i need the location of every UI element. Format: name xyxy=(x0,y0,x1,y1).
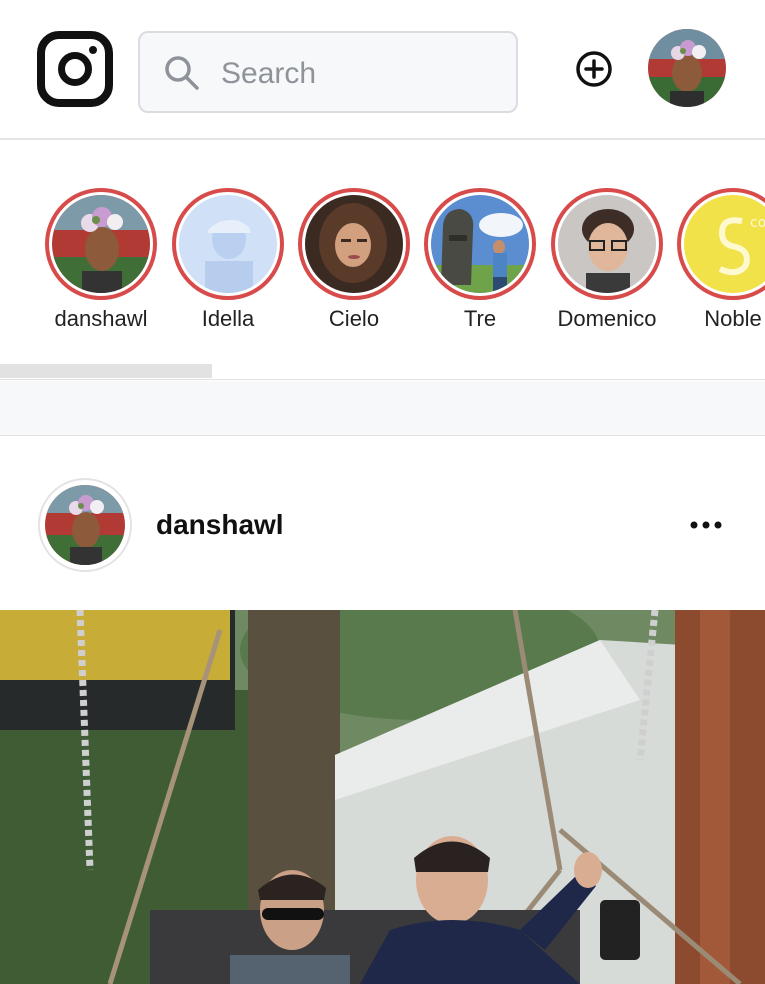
search-placeholder: Search xyxy=(221,57,317,90)
story-ring xyxy=(172,188,284,300)
search-icon xyxy=(165,56,199,90)
post-image[interactable] xyxy=(0,610,765,984)
avatar-photo xyxy=(45,485,125,565)
svg-text:co: co xyxy=(750,215,765,231)
story-item[interactable]: Domenico xyxy=(551,188,663,332)
feed-spacer xyxy=(0,381,765,436)
story-ring xyxy=(45,188,157,300)
top-header: Search xyxy=(0,0,765,140)
post-avatar[interactable] xyxy=(38,478,132,572)
logo-dot xyxy=(89,46,97,54)
post-username[interactable]: danshawl xyxy=(156,509,284,541)
instagram-logo-icon[interactable] xyxy=(37,31,113,107)
story-item[interactable]: co Noble xyxy=(677,188,765,332)
post-photo xyxy=(0,610,765,984)
story-avatar xyxy=(558,195,656,293)
story-username: danshawl xyxy=(54,306,148,331)
story-item[interactable]: Idella xyxy=(172,188,284,332)
story-item[interactable]: Cielo xyxy=(298,188,410,332)
avatar-photo xyxy=(648,29,726,107)
post-header: danshawl xyxy=(0,437,765,610)
story-ring xyxy=(424,188,536,300)
more-horizontal-icon[interactable] xyxy=(686,517,726,533)
story-avatar xyxy=(179,195,277,293)
story-username: Domenico xyxy=(557,306,657,331)
story-username: Noble xyxy=(704,306,762,331)
logo-lens xyxy=(58,52,92,86)
story-avatar xyxy=(305,195,403,293)
story-username: Tre xyxy=(463,306,497,331)
story-username: Cielo xyxy=(328,306,380,331)
story-item[interactable]: danshawl xyxy=(45,188,157,332)
profile-avatar[interactable] xyxy=(648,29,726,107)
story-avatar: co xyxy=(684,195,765,293)
story-ring: co xyxy=(677,188,765,300)
story-ring xyxy=(551,188,663,300)
plus-circle-icon[interactable] xyxy=(575,50,613,88)
story-avatar xyxy=(52,195,150,293)
stories-scrollbar[interactable] xyxy=(0,364,212,378)
story-username: Idella xyxy=(201,306,255,331)
story-avatar xyxy=(431,195,529,293)
stories-bar: danshawl Idella Cielo Tre Domenico co No… xyxy=(0,140,765,380)
story-item[interactable]: Tre xyxy=(424,188,536,332)
search-input[interactable]: Search xyxy=(138,31,518,113)
story-ring xyxy=(298,188,410,300)
